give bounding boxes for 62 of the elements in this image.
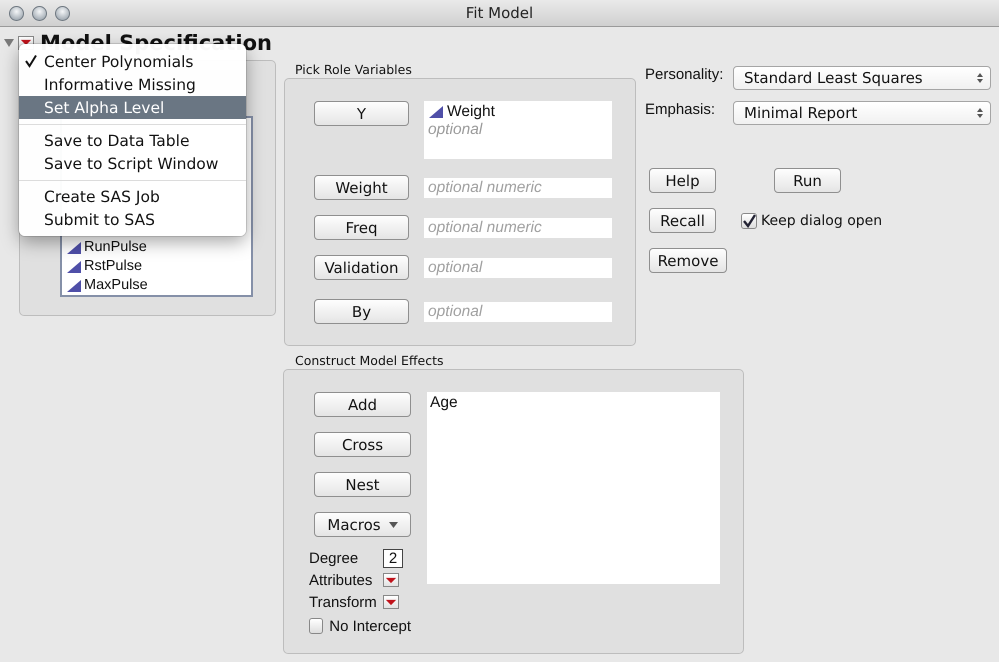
option-label: Attributes <box>309 572 374 588</box>
down-triangle-icon <box>385 598 397 606</box>
role-field[interactable]: optional numeric <box>424 178 612 198</box>
column-item[interactable]: RstPulse <box>84 257 142 276</box>
role-list[interactable]: Weight optional <box>424 101 612 159</box>
menu-item[interactable]: Submit to SAS <box>19 208 246 231</box>
continuous-variable-icon <box>66 260 82 274</box>
role-button[interactable]: Weight <box>314 175 409 200</box>
macros-dropdown-button[interactable]: Macros <box>314 512 411 537</box>
run-button[interactable]: Run <box>774 168 841 193</box>
option-label: Degree <box>309 550 360 566</box>
up-down-arrows-icon <box>976 72 984 84</box>
menu-item[interactable]: Informative Missing <box>19 73 246 96</box>
window-title: Fit Model <box>466 4 534 22</box>
group-label: Construct Model Effects <box>295 353 444 368</box>
down-triangle-icon <box>385 576 397 584</box>
zoom-button[interactable] <box>55 6 70 20</box>
role-button[interactable]: Freq <box>314 215 409 240</box>
model-effects-list[interactable]: Age <box>427 392 720 584</box>
placeholder-text: optional <box>428 121 484 139</box>
menu-item[interactable]: Save to Script Window <box>19 152 246 175</box>
field-label: Emphasis: <box>645 101 716 118</box>
menu-item[interactable]: Create SAS Job <box>19 185 246 208</box>
role-field[interactable]: optional <box>424 258 612 278</box>
role-button[interactable]: By <box>314 299 409 324</box>
down-triangle-icon <box>20 39 32 46</box>
effect-button[interactable]: Nest <box>314 472 411 497</box>
personality-dropdown[interactable]: Standard Least Squares <box>733 66 991 90</box>
degree-field[interactable]: 2 <box>383 548 403 568</box>
column-item[interactable]: MaxPulse <box>84 276 148 295</box>
effect-item[interactable]: Age <box>430 394 717 412</box>
checkbox-label: Keep dialog open <box>761 212 882 228</box>
caret-icon <box>388 522 398 528</box>
field-label: Personality: <box>645 66 724 83</box>
disclosure-triangle-icon[interactable] <box>4 38 14 48</box>
role-button[interactable]: Y <box>314 101 409 126</box>
options-menu-button[interactable] <box>383 595 399 609</box>
menu-item[interactable]: Save to Data Table <box>19 129 246 152</box>
option-label: Transform <box>309 594 378 610</box>
no-intercept-checkbox[interactable] <box>309 618 324 634</box>
continuous-variable-icon <box>428 105 444 119</box>
options-menu-button[interactable] <box>383 573 399 587</box>
checkbox-label: No Intercept <box>329 618 411 634</box>
close-button[interactable] <box>9 6 24 20</box>
remove-button[interactable]: Remove <box>649 248 727 273</box>
minimize-button[interactable] <box>32 6 47 20</box>
group-label: Pick Role Variables <box>295 62 412 77</box>
emphasis-dropdown[interactable]: Minimal Report <box>733 101 991 125</box>
role-button[interactable]: Validation <box>314 255 409 280</box>
continuous-variable-icon <box>66 240 82 254</box>
column-item[interactable]: RunPulse <box>84 238 147 257</box>
up-down-arrows-icon <box>976 107 984 119</box>
recall-button[interactable]: Recall <box>649 208 716 233</box>
help-button[interactable]: Help <box>649 168 716 193</box>
keep-open-checkbox[interactable] <box>741 212 757 228</box>
variable-name: Weight <box>447 103 495 121</box>
role-field[interactable]: optional <box>424 302 612 322</box>
continuous-variable-icon <box>66 278 82 292</box>
role-field[interactable]: optional numeric <box>424 218 612 238</box>
effect-button[interactable]: Add <box>314 392 411 417</box>
effect-button[interactable]: Cross <box>314 432 411 457</box>
menu-item[interactable]: Set Alpha Level <box>19 96 246 119</box>
